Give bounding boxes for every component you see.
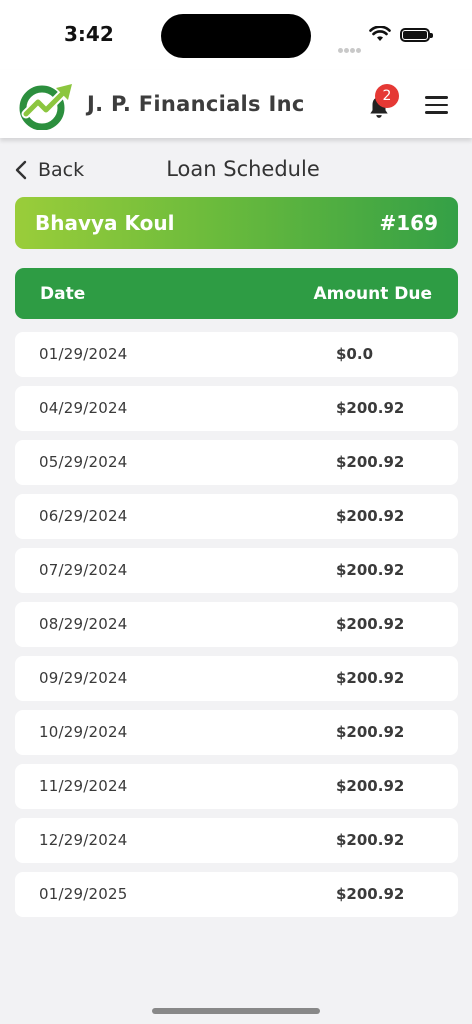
table-row: 07/29/2024 $200.92 (15, 548, 458, 593)
row-amount: $200.92 (336, 831, 405, 849)
brand-name: J. P. Financials Inc (87, 92, 305, 116)
status-time: 3:42 (64, 22, 114, 46)
chevron-left-icon (15, 160, 27, 180)
row-date: 08/29/2024 (39, 615, 128, 633)
row-date: 01/29/2025 (39, 885, 128, 903)
row-amount: $200.92 (336, 885, 405, 903)
row-date: 11/29/2024 (39, 777, 128, 795)
app-header: J. P. Financials Inc 2 (0, 70, 472, 138)
table-row: 05/29/2024 $200.92 (15, 440, 458, 485)
row-amount: $0.0 (336, 345, 374, 363)
row-amount: $200.92 (336, 723, 405, 741)
row-amount: $200.92 (336, 453, 405, 471)
row-date: 10/29/2024 (39, 723, 128, 741)
home-indicator[interactable] (152, 1008, 320, 1014)
table-row: 10/29/2024 $200.92 (15, 710, 458, 755)
table-row: 09/29/2024 $200.92 (15, 656, 458, 701)
back-button[interactable]: Back (14, 157, 84, 183)
customer-bar: Bhavya Koul #169 (15, 197, 458, 249)
row-date: 06/29/2024 (39, 507, 128, 525)
back-label: Back (38, 159, 85, 181)
row-date: 04/29/2024 (39, 399, 128, 417)
row-amount: $200.92 (336, 669, 405, 687)
row-amount: $200.92 (336, 615, 405, 633)
table-row: 04/29/2024 $200.92 (15, 386, 458, 431)
table-row: 06/29/2024 $200.92 (15, 494, 458, 539)
jp-financials-logo-icon[interactable] (18, 80, 76, 130)
table-row: 08/29/2024 $200.92 (15, 602, 458, 647)
column-header-date: Date (40, 283, 86, 304)
hamburger-menu-icon[interactable] (425, 96, 448, 114)
schedule-list: 01/29/2024 $0.0 04/29/2024 $200.92 05/29/2… (15, 332, 458, 926)
customer-id: #169 (379, 211, 438, 235)
table-header: Date Amount Due (15, 268, 458, 319)
cellular-signal-icon (338, 38, 362, 57)
customer-name: Bhavya Koul (35, 211, 175, 235)
table-row: 01/29/2025 $200.92 (15, 872, 458, 917)
table-row: 11/29/2024 $200.92 (15, 764, 458, 809)
battery-icon (400, 28, 433, 42)
screen: 3:42 J. P. Financials Inc 2 Loan Schedul… (0, 0, 472, 1024)
row-amount: $200.92 (336, 399, 405, 417)
dynamic-island (161, 14, 311, 58)
row-date: 05/29/2024 (39, 453, 128, 471)
row-date: 01/29/2024 (39, 345, 128, 363)
wifi-icon (369, 26, 391, 41)
column-header-amount-due: Amount Due (313, 283, 432, 304)
row-date: 07/29/2024 (39, 561, 128, 579)
row-date: 09/29/2024 (39, 669, 128, 687)
row-amount: $200.92 (336, 777, 405, 795)
table-row: 12/29/2024 $200.92 (15, 818, 458, 863)
notification-badge: 2 (375, 84, 399, 108)
table-row: 01/29/2024 $0.0 (15, 332, 458, 377)
row-amount: $200.92 (336, 561, 405, 579)
row-date: 12/29/2024 (39, 831, 128, 849)
status-bar: 3:42 (0, 0, 472, 70)
row-amount: $200.92 (336, 507, 405, 525)
